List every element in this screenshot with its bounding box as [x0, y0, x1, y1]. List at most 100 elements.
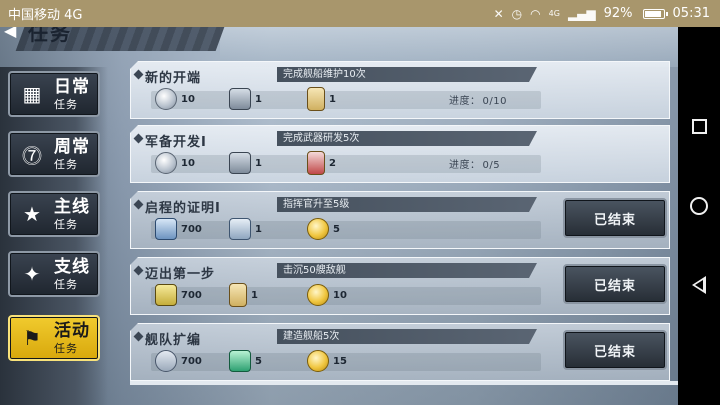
reward-amount: 700: [181, 289, 202, 301]
reward-amount: 1: [255, 157, 262, 169]
mission-name: 舰队扩编: [145, 333, 202, 348]
reward-item: 10: [307, 284, 347, 306]
mission-description: 完成舰船维护10次: [277, 67, 537, 82]
gold-coin-icon: [307, 350, 329, 372]
tab-side-label: 支线: [54, 256, 90, 277]
reward-amount: 700: [181, 223, 202, 235]
status-bar: 中国移动 4G ✕ ◷ ◠ 4G ▂▄▆ 92% 05:31: [0, 0, 720, 27]
ended-button[interactable]: 已结束: [563, 198, 667, 238]
tab-side-sublabel: 任务: [54, 277, 78, 291]
progress-text: 进度： 0/10: [449, 92, 507, 107]
reward-amount: 2: [329, 157, 336, 169]
mission-name: 启程的证明I: [145, 201, 221, 216]
tab-rail: ▦ 日常 任务 ⓻ 周常 任务 ★ 主线 任务 ✦ 支线 任务 ⚑ 活动 任务: [0, 67, 108, 405]
tab-daily[interactable]: ▦ 日常 任务: [8, 71, 100, 117]
progress-text: 进度： 0/5: [449, 156, 500, 171]
reward-item: 1: [307, 87, 336, 111]
reward-item: 2: [307, 151, 336, 175]
reward-item: 1: [229, 152, 262, 174]
clock: 05:31: [672, 6, 710, 21]
tab-weekly-sublabel: 任务: [54, 157, 78, 171]
reward-item: 10: [155, 88, 195, 110]
wifi-icon: ◠: [530, 6, 541, 21]
carrier-label: 中国移动 4G: [8, 8, 83, 23]
signal-icon: ▂▄▆: [567, 6, 596, 21]
manual-icon: [155, 218, 177, 240]
reward-amount: 10: [181, 157, 195, 169]
home-button[interactable]: [688, 195, 710, 217]
mute-icon: ✕: [493, 6, 504, 21]
mission-description: 建造舰船5次: [277, 329, 537, 344]
reward-amount: 10: [181, 93, 195, 105]
tab-weekly[interactable]: ⓻ 周常 任务: [8, 131, 100, 177]
mission-card: 新的开端 完成舰船维护10次 10 1 1 进度： 0/10: [130, 61, 670, 119]
bottle-icon: [229, 350, 251, 372]
battery-icon: [642, 8, 668, 19]
reward-item: 1: [229, 283, 258, 307]
mission-name: 迈出第一步: [145, 267, 216, 282]
reward-bar: [151, 221, 541, 239]
mission-description: 指挥官升至5级: [277, 197, 537, 212]
back-button[interactable]: [688, 274, 710, 296]
tab-event-sublabel: 任务: [54, 341, 78, 355]
mission-card: 舰队扩编 建造舰船5次 700 5 15 已结束: [130, 323, 670, 381]
ticket-icon: [229, 283, 247, 307]
list-bottom-edge: [130, 381, 678, 385]
progress-value: 0/5: [482, 160, 501, 171]
tab-daily-label: 日常: [54, 76, 90, 97]
tab-main[interactable]: ★ 主线 任务: [8, 191, 100, 237]
back-icon: [692, 276, 706, 295]
page-title: 任务: [28, 27, 72, 45]
wrench-icon: [155, 350, 177, 372]
reward-item: 1: [229, 88, 262, 110]
reward-amount: 1: [251, 289, 258, 301]
gold-coin-icon: [307, 218, 329, 240]
reward-amount: 1: [255, 223, 262, 235]
back-arrow-icon[interactable]: ◀: [4, 27, 24, 39]
reward-item: 5: [307, 218, 340, 240]
tab-main-label: 主线: [54, 196, 90, 217]
battery-percent: 92%: [603, 6, 633, 21]
recent-apps-icon: [691, 119, 707, 135]
reward-item: 700: [155, 218, 202, 240]
recent-apps-button[interactable]: [688, 116, 710, 138]
reward-item: 5: [229, 350, 262, 372]
diamond-icon: [133, 133, 144, 144]
game-area: ◀ 任务 ▦ 日常 任务 ⓻ 周常 任务 ★ 主线 任务 ✦ 支线 任务 ⚑ 活…: [0, 27, 678, 405]
reward-item: 15: [307, 350, 347, 372]
calendar-icon: ▦: [22, 82, 42, 106]
mission-card: 迈出第一步 击沉50艘敌舰 700 1 10 已结束: [130, 257, 670, 315]
tab-side[interactable]: ✦ 支线 任务: [8, 251, 100, 297]
reward-amount: 10: [333, 289, 347, 301]
reward-amount: 15: [333, 355, 347, 367]
mission-card: 启程的证明I 指挥官升至5级 700 1 5 已结束: [130, 191, 670, 249]
reward-item: 10: [155, 152, 195, 174]
diamond-icon: [133, 69, 144, 80]
calendar-7-icon: ⓻: [22, 143, 42, 168]
ended-button[interactable]: 已结束: [563, 330, 667, 370]
reward-amount: 5: [255, 355, 262, 367]
ended-button[interactable]: 已结束: [563, 264, 667, 304]
cards-icon: [229, 218, 251, 240]
diamond-icon: [133, 199, 144, 210]
diamond-icon: [133, 265, 144, 276]
gold-coin-icon: [307, 284, 329, 306]
flag-icon: ⚑: [23, 326, 41, 350]
android-nav-bar: [678, 27, 720, 405]
progress-value: 0/10: [482, 96, 507, 107]
stars-icon: ✦: [23, 262, 41, 286]
reward-amount: 1: [255, 93, 262, 105]
supply-crate-icon: [229, 88, 251, 110]
tab-event[interactable]: ⚑ 活动 任务: [8, 315, 100, 361]
star-icon: ★: [23, 202, 41, 226]
progress-label: 进度：: [449, 96, 481, 107]
mission-name: 军备开发I: [145, 135, 207, 150]
diamond-icon: [133, 331, 144, 342]
oil-drum-icon: [155, 284, 177, 306]
tab-daily-sublabel: 任务: [54, 97, 78, 111]
tab-main-sublabel: 任务: [54, 217, 78, 231]
coin-icon: [155, 152, 177, 174]
reward-amount: 5: [333, 223, 340, 235]
coin-icon: [155, 88, 177, 110]
supply-crate-icon: [229, 152, 251, 174]
